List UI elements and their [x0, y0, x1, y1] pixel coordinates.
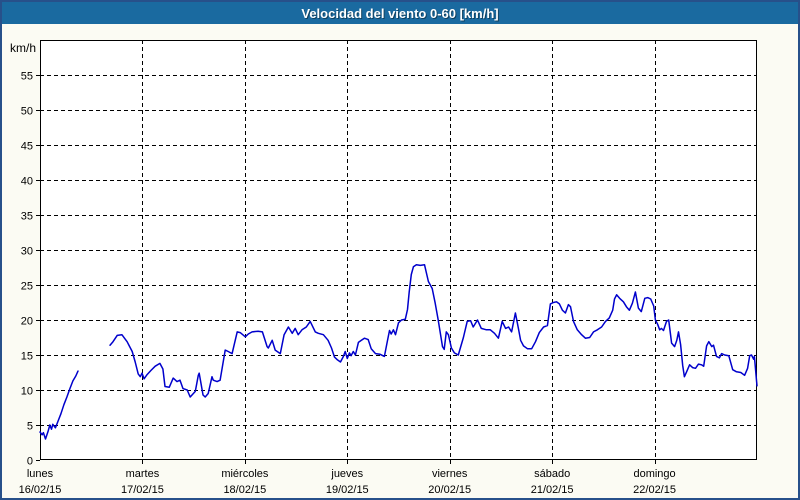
x-day-date: 19/02/15	[326, 484, 369, 496]
y-tick-label: 5	[27, 421, 33, 433]
chart-title: Velocidad del viento 0-60 [km/h]	[301, 6, 498, 21]
y-axis-unit-label: km/h	[10, 41, 36, 55]
y-tick-label: 50	[21, 106, 33, 118]
x-day-date: 22/02/15	[633, 484, 676, 496]
y-tick-label: 20	[21, 316, 33, 328]
x-day-name: martes	[126, 468, 160, 480]
y-tick-label: 55	[21, 71, 33, 83]
y-tick-label: 35	[21, 211, 33, 223]
wind-speed-chart: 0 5 10 15 20 25 30 35 40 45 50 55 lunes 16/02/15 marte…	[2, 24, 798, 498]
x-day-date: 17/02/15	[121, 484, 164, 496]
x-day-date: 21/02/15	[531, 484, 574, 496]
x-day-name: domingo	[633, 468, 675, 480]
x-day-name: viernes	[432, 468, 468, 480]
y-tick-label: 25	[21, 281, 33, 293]
x-day-name: sábado	[534, 468, 570, 480]
y-tick-label: 40	[21, 176, 33, 188]
x-day-date: 16/02/15	[19, 484, 62, 496]
x-day-name: lunes	[27, 468, 54, 480]
x-day-date: 18/02/15	[223, 484, 266, 496]
y-tick-label: 45	[21, 141, 33, 153]
y-tick-label: 15	[21, 351, 33, 363]
y-tick-label: 30	[21, 246, 33, 258]
x-day-date: 20/02/15	[428, 484, 471, 496]
x-day-name: jueves	[330, 468, 363, 480]
chart-window: Velocidad del viento 0-60 [km/h] 0 5 10 15 2…	[0, 0, 800, 500]
title-bar: Velocidad del viento 0-60 [km/h]	[2, 2, 798, 24]
y-tick-label: 0	[27, 456, 33, 468]
x-day-name: miércoles	[221, 468, 269, 480]
y-tick-label: 10	[21, 386, 33, 398]
